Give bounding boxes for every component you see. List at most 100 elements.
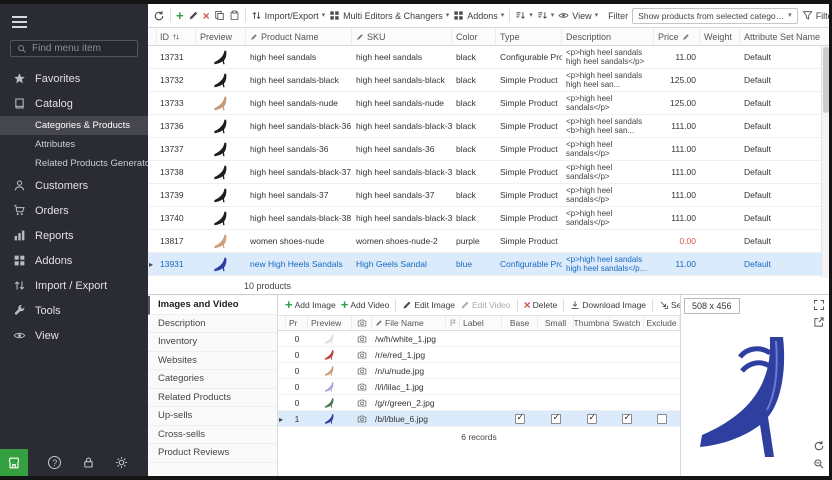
- image-row[interactable]: 1 /b/l/blue_6.jpg: [278, 411, 680, 427]
- sidebar-item-attributes[interactable]: Attributes: [0, 135, 148, 154]
- refresh-image-icon[interactable]: [813, 440, 825, 452]
- table-row[interactable]: 13731 high heel sandals high heel sandal…: [148, 46, 829, 69]
- col-camera[interactable]: [352, 316, 372, 330]
- detail-tab[interactable]: Inventory: [148, 333, 277, 352]
- col-small[interactable]: Small: [538, 316, 574, 330]
- col-thumbnail[interactable]: Thumbna: [574, 316, 610, 330]
- sidebar-item-import-export[interactable]: Import / Export: [0, 273, 148, 298]
- table-row[interactable]: 13738 high heel sandals-black-37 high he…: [148, 161, 829, 184]
- table-row[interactable]: 13737 high heel sandals-36 high heel san…: [148, 138, 829, 161]
- col-base[interactable]: Base: [502, 316, 538, 330]
- cell-type: Simple Product: [496, 98, 562, 108]
- edit-product-button[interactable]: [188, 10, 199, 21]
- sidebar-item-customers[interactable]: Customers: [0, 173, 148, 198]
- col-price[interactable]: Price: [654, 28, 700, 45]
- col-image-label[interactable]: Label: [460, 316, 502, 330]
- col-sku[interactable]: SKU: [352, 28, 452, 45]
- image-row[interactable]: 0 /n/u/nude.jpg: [278, 363, 680, 379]
- add-product-button[interactable]: +: [176, 11, 184, 21]
- col-image-preview[interactable]: Preview: [308, 316, 352, 330]
- table-row[interactable]: 13739 high heel sandals-37 high heel san…: [148, 184, 829, 207]
- edit-video-button: Edit Video: [460, 300, 511, 310]
- zoom-icon[interactable]: [813, 458, 825, 470]
- col-color[interactable]: Color: [452, 28, 496, 45]
- detail-tab[interactable]: Websites: [148, 352, 277, 371]
- set-resize-rule-button[interactable]: Set Resize Rule▾: [659, 300, 680, 310]
- cell-file-name: /w/h/white_1.jpg: [372, 334, 446, 344]
- col-type[interactable]: Type: [496, 28, 562, 45]
- image-row[interactable]: 0 /l/i/lilac_1.jpg: [278, 379, 680, 395]
- thumbnail-checkbox[interactable]: [587, 414, 597, 424]
- exclude-checkbox[interactable]: [657, 414, 667, 424]
- col-position[interactable]: Pr: [286, 316, 308, 330]
- col-product-name[interactable]: Product Name: [246, 28, 352, 45]
- open-external-icon[interactable]: [813, 316, 825, 328]
- detail-tab[interactable]: Description: [148, 315, 277, 334]
- col-weight[interactable]: Weight: [700, 28, 740, 45]
- add-image-button[interactable]: +Add Image: [285, 300, 336, 310]
- col-exclude[interactable]: Exclude: [644, 316, 680, 330]
- sort-button[interactable]: ▾: [515, 10, 533, 21]
- sidebar-item-catalog[interactable]: Catalog: [0, 91, 148, 116]
- detail-tab[interactable]: Cross-sells: [148, 426, 277, 445]
- col-description[interactable]: Description: [562, 28, 654, 45]
- vertical-scrollbar[interactable]: [821, 46, 829, 278]
- col-id[interactable]: ID: [156, 28, 196, 45]
- table-row[interactable]: 13736 high heel sandals-black-36 high he…: [148, 115, 829, 138]
- store-button[interactable]: [0, 449, 28, 476]
- add-video-button[interactable]: +Add Video: [341, 300, 390, 310]
- detail-tab[interactable]: Related Products: [148, 389, 277, 408]
- sidebar-item-favorites[interactable]: Favorites: [0, 66, 148, 91]
- sidebar-item-related-products-generator[interactable]: Related Products Generator: [0, 154, 148, 173]
- sidebar-item-view[interactable]: View: [0, 323, 148, 348]
- table-row[interactable]: 13732 high heel sandals-black high heel …: [148, 69, 829, 92]
- edit-image-button[interactable]: Edit Image: [402, 300, 455, 310]
- sidebar-item-addons[interactable]: Addons: [0, 248, 148, 273]
- help-button[interactable]: ?: [48, 456, 61, 469]
- view-menu[interactable]: View▾: [558, 10, 598, 21]
- table-row[interactable]: 13931 new High Heels Sandals High Geels …: [148, 253, 829, 276]
- detail-tab[interactable]: Images and Video: [148, 296, 277, 315]
- small-checkbox[interactable]: [551, 414, 561, 424]
- detail-tab[interactable]: Up-sells: [148, 407, 277, 426]
- detail-tab[interactable]: Categories: [148, 370, 277, 389]
- image-row[interactable]: 0 /w/h/white_1.jpg: [278, 331, 680, 347]
- sidebar-item-tools[interactable]: Tools: [0, 298, 148, 323]
- image-row[interactable]: 0 /r/e/red_1.jpg: [278, 347, 680, 363]
- refresh-button[interactable]: [153, 10, 165, 22]
- addons-menu[interactable]: Addons▾: [453, 10, 504, 21]
- table-row[interactable]: 13817 women shoes-nude women shoes-nude-…: [148, 230, 829, 253]
- lock-icon[interactable]: [82, 456, 95, 469]
- col-file-name[interactable]: File Name: [372, 316, 446, 330]
- fullscreen-icon[interactable]: [813, 299, 825, 311]
- delete-image-button[interactable]: ×Delete: [524, 300, 558, 310]
- cell-description: <p>high heel sandals high heel sandals</…: [562, 255, 654, 273]
- delete-product-button[interactable]: ×: [203, 11, 210, 21]
- download-image-button[interactable]: Download Image: [570, 300, 646, 310]
- table-row[interactable]: 13740 high heel sandals-black-38 high he…: [148, 207, 829, 230]
- menu-search-input[interactable]: [32, 43, 131, 54]
- hamburger-menu-icon[interactable]: [0, 4, 148, 36]
- col-attribute-set-name[interactable]: Attribute Set Name: [740, 28, 829, 45]
- base-checkbox[interactable]: [515, 414, 525, 424]
- detail-tab[interactable]: Product Reviews: [148, 444, 277, 463]
- paste-button[interactable]: [229, 10, 240, 21]
- settings-gear-icon[interactable]: [115, 456, 128, 469]
- sidebar-item-reports[interactable]: Reports: [0, 223, 148, 248]
- scrollbar-thumb[interactable]: [823, 47, 829, 113]
- sidebar-item-orders[interactable]: Orders: [0, 198, 148, 223]
- group-button[interactable]: ▾: [537, 10, 555, 21]
- copy-button[interactable]: [214, 10, 225, 21]
- filters-button[interactable]: Filters▾: [802, 10, 829, 21]
- col-preview[interactable]: Preview: [196, 28, 246, 45]
- multi-editors-menu[interactable]: Multi Editors & Changers▾: [329, 10, 449, 21]
- swatch-checkbox[interactable]: [622, 414, 632, 424]
- table-row[interactable]: 13733 high heel sandals-nude high heel s…: [148, 92, 829, 115]
- sidebar-item-categories-products[interactable]: Categories & Products: [0, 116, 148, 135]
- category-filter-select[interactable]: Show products from selected categories▾: [632, 8, 798, 24]
- import-export-menu[interactable]: Import/Export▾: [251, 10, 326, 21]
- col-swatch[interactable]: Swatch: [610, 316, 644, 330]
- col-flag[interactable]: [446, 316, 460, 330]
- image-row[interactable]: 0 /g/r/green_2.jpg: [278, 395, 680, 411]
- col-label: Preview: [311, 318, 341, 328]
